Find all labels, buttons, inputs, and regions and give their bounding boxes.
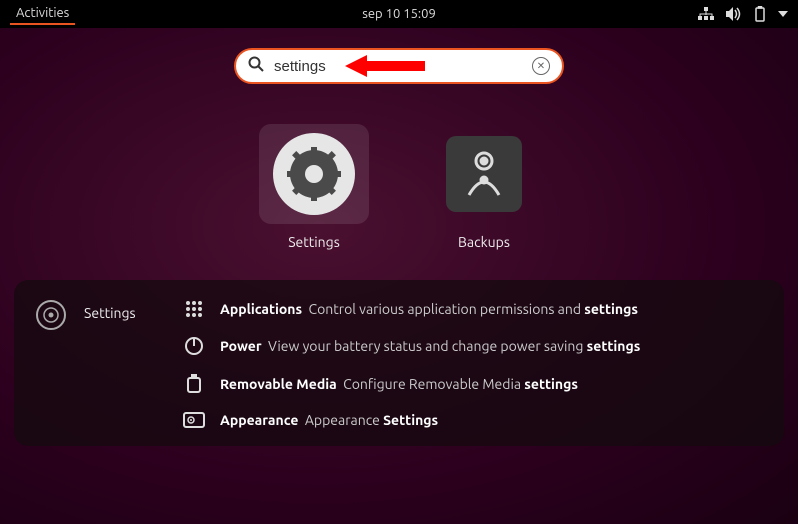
battery-icon[interactable] bbox=[754, 6, 766, 22]
removable-media-icon bbox=[182, 374, 206, 394]
network-icon[interactable] bbox=[698, 7, 714, 21]
result-applications[interactable]: Applications Control various application… bbox=[182, 300, 762, 318]
result-text: Power View your battery status and chang… bbox=[220, 338, 640, 354]
settings-results-panel: Settings Applications Control various ap… bbox=[14, 280, 784, 446]
activities-overview: ✕ Settings Backups bbox=[0, 28, 798, 524]
result-removable-media[interactable]: Removable Media Configure Removable Medi… bbox=[182, 374, 762, 394]
app-tile-backups[interactable]: Backups bbox=[429, 124, 539, 250]
result-text: Applications Control various application… bbox=[220, 301, 638, 317]
appearance-icon bbox=[182, 412, 206, 428]
app-label: Backups bbox=[458, 234, 510, 250]
backup-icon bbox=[446, 136, 522, 212]
search-input[interactable] bbox=[274, 58, 522, 75]
result-text: Removable Media Configure Removable Medi… bbox=[220, 376, 578, 392]
grid-icon bbox=[182, 300, 206, 318]
result-text: Appearance Appearance Settings bbox=[220, 412, 438, 428]
gear-icon bbox=[273, 133, 355, 215]
result-appearance[interactable]: Appearance Appearance Settings bbox=[182, 412, 762, 428]
search-box[interactable]: ✕ bbox=[234, 48, 564, 84]
app-label: Settings bbox=[288, 234, 340, 250]
result-list: Applications Control various application… bbox=[182, 300, 762, 428]
system-tray[interactable] bbox=[698, 6, 788, 22]
app-results: Settings Backups bbox=[0, 124, 798, 250]
clock[interactable]: sep 10 15:09 bbox=[362, 7, 436, 21]
gear-icon bbox=[36, 300, 66, 330]
clear-search-button[interactable]: ✕ bbox=[532, 57, 550, 75]
activities-button[interactable]: Activities bbox=[10, 3, 75, 25]
result-power[interactable]: Power View your battery status and chang… bbox=[182, 336, 762, 356]
app-tile-settings[interactable]: Settings bbox=[259, 124, 369, 250]
power-icon bbox=[182, 336, 206, 356]
search-icon bbox=[248, 56, 264, 76]
top-bar: Activities sep 10 15:09 bbox=[0, 0, 798, 28]
volume-icon[interactable] bbox=[726, 7, 742, 21]
chevron-down-icon[interactable] bbox=[778, 10, 788, 18]
results-source-label: Settings bbox=[84, 300, 164, 321]
